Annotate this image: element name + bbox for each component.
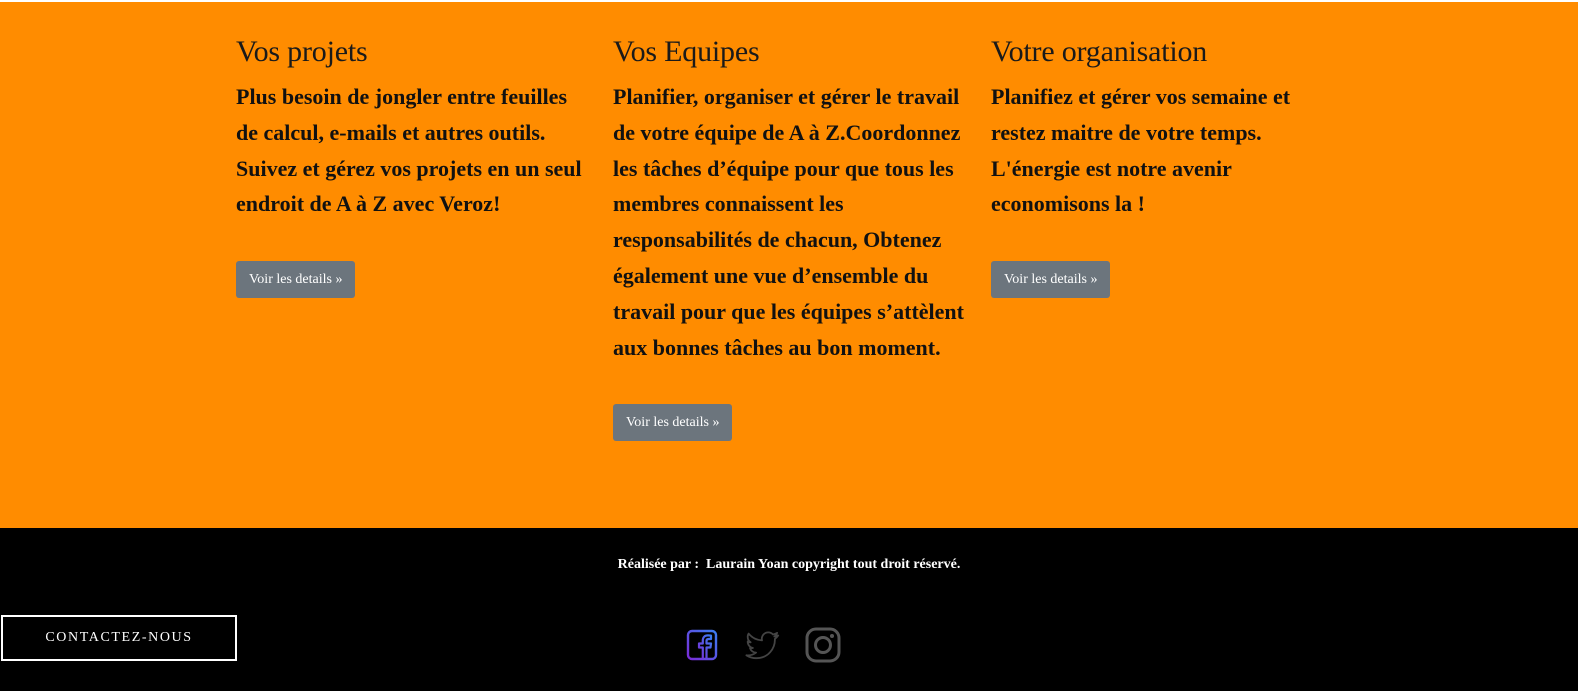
feature-column-organisation: Votre organisation Planifiez et gérer vo…: [991, 2, 1331, 299]
features-section: Vos projets Plus besoin de jongler entre…: [0, 2, 1578, 528]
page-footer: Réalisée par : Laurain Yoan copyright to…: [0, 528, 1578, 691]
facebook-icon[interactable]: [684, 626, 722, 664]
feature-text: Planifier, organiser et gérer le travail…: [613, 84, 964, 360]
twitter-icon[interactable]: [743, 626, 781, 664]
feature-column-projects: Vos projets Plus besoin de jongler entre…: [236, 2, 591, 299]
feature-column-teams: Vos Equipes Planifier, organiser et gére…: [613, 2, 968, 442]
contact-button[interactable]: CONTACTEZ-NOUS: [1, 615, 237, 661]
details-button[interactable]: Voir les details »: [991, 261, 1111, 299]
copyright-text: Réalisée par : Laurain Yoan copyright to…: [617, 557, 961, 572]
feature-text: Planifiez et gérer vos semaine et restez…: [991, 84, 1291, 217]
feature-text: Plus besoin de jongler entre feuilles de…: [236, 84, 582, 217]
instagram-icon[interactable]: [804, 626, 842, 664]
details-button[interactable]: Voir les details »: [613, 404, 733, 442]
social-links: [684, 626, 844, 666]
feature-title: Vos Equipes: [613, 35, 760, 68]
feature-title: Votre organisation: [991, 35, 1208, 68]
details-button[interactable]: Voir les details »: [236, 261, 356, 299]
feature-title: Vos projets: [236, 35, 368, 68]
